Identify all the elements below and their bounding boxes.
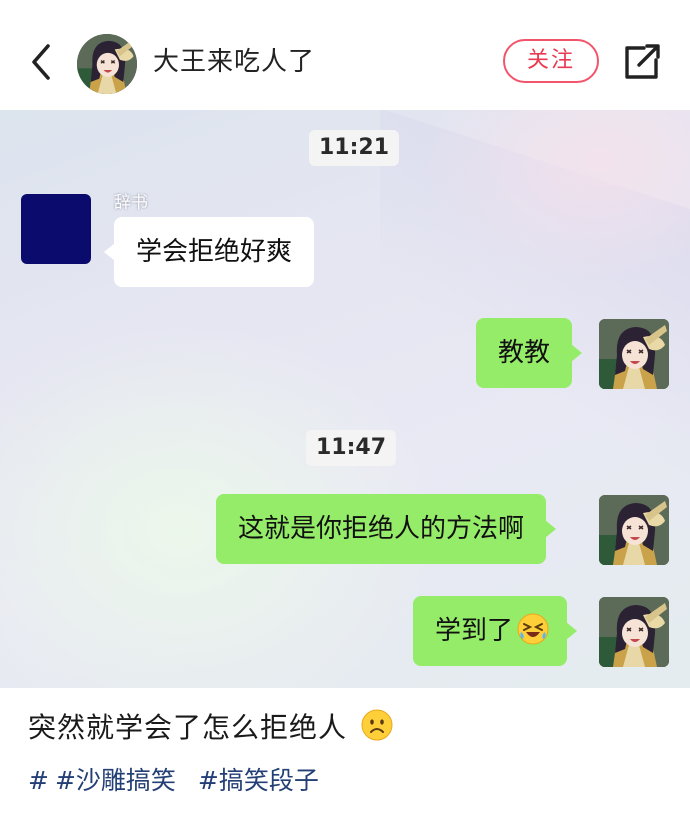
hashtag-list: # #沙雕搞笑 #搞笑段子 bbox=[28, 763, 341, 799]
post-caption: 突然就学会了怎么拒绝人 bbox=[28, 708, 393, 748]
timestamp: 11:21 bbox=[309, 130, 400, 166]
chevron-left-icon bbox=[32, 44, 50, 80]
back-button[interactable] bbox=[26, 40, 56, 84]
timestamp: 11:47 bbox=[306, 430, 397, 466]
author-name[interactable]: 大王来吃人了 bbox=[153, 44, 315, 80]
self-avatar[interactable] bbox=[599, 597, 669, 667]
contact-avatar[interactable] bbox=[21, 194, 91, 264]
post-page: 大王来吃人了 关注 11:21 辞书 学会拒绝好爽 教教 11:47 这就是你拒… bbox=[0, 0, 690, 824]
sender-name: 辞书 bbox=[114, 193, 148, 213]
hashtag-link[interactable]: #沙雕搞笑 bbox=[55, 766, 176, 795]
message-text: 学到了 bbox=[435, 616, 514, 646]
laughing-squint-emoji-icon bbox=[517, 613, 549, 644]
hash-symbol: # bbox=[28, 766, 49, 795]
self-avatar[interactable] bbox=[599, 319, 669, 389]
frowning-face-emoji-icon bbox=[361, 709, 393, 741]
share-button[interactable] bbox=[622, 42, 662, 82]
self-avatar[interactable] bbox=[599, 495, 669, 565]
caption-text: 突然就学会了怎么拒绝人 bbox=[28, 711, 348, 744]
message-bubble-outgoing: 这就是你拒绝人的方法啊 bbox=[216, 494, 557, 564]
header-bar: 大王来吃人了 关注 bbox=[0, 0, 690, 110]
message-bubble-incoming: 学会拒绝好爽 bbox=[103, 217, 315, 287]
message-bubble-outgoing: 学到了 bbox=[413, 596, 578, 666]
author-avatar[interactable] bbox=[77, 34, 137, 94]
share-icon bbox=[625, 44, 660, 79]
follow-button[interactable]: 关注 bbox=[503, 39, 599, 83]
chat-screenshot: 11:21 辞书 学会拒绝好爽 教教 11:47 这就是你拒绝人的方法啊 学到了 bbox=[0, 110, 690, 688]
message-bubble-outgoing: 教教 bbox=[476, 318, 583, 388]
hashtag-link[interactable]: #搞笑段子 bbox=[198, 766, 319, 795]
